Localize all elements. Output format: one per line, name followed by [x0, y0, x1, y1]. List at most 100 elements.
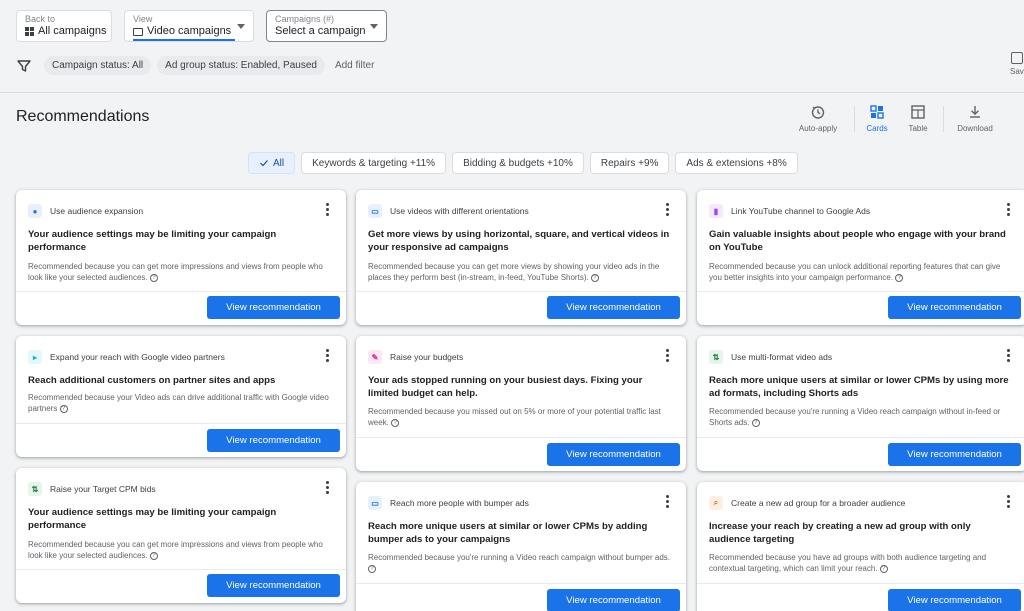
cards-icon	[870, 105, 884, 119]
grid-icon	[25, 27, 34, 36]
help-icon[interactable]: ?	[149, 273, 158, 282]
cards-label: Cards	[866, 124, 888, 133]
card-title: Your audience settings may be limiting y…	[28, 507, 277, 531]
recommendation-card: ▭ Reach more people with bumper ads Reach…	[356, 482, 686, 611]
category-chip-keywords-targeting[interactable]: Keywords & targeting +11%	[301, 152, 447, 174]
recommendation-card: ● Use audience expansion Your audience se…	[16, 190, 346, 325]
download-icon	[970, 106, 980, 118]
card-divider	[356, 291, 686, 292]
more-options-icon[interactable]	[666, 495, 670, 510]
campaign-caption: Campaigns (#)	[275, 14, 335, 24]
chevron-down-icon	[370, 24, 378, 29]
card-title: Get more views by using horizontal, squa…	[368, 229, 670, 253]
help-icon[interactable]: ?	[879, 564, 888, 573]
card-divider	[697, 291, 1024, 292]
view-label: Video campaigns	[147, 25, 232, 37]
save-icon	[1011, 52, 1023, 64]
card-reason: Recommended because you have ad groups w…	[709, 553, 987, 573]
insights-icon: ▮	[709, 204, 723, 218]
help-icon[interactable]: ?	[590, 273, 599, 282]
card-reason: Recommended because you can get more vie…	[368, 262, 660, 282]
recommendation-card: ▭ Use videos with different orientations …	[356, 190, 686, 325]
card-title: Your audience settings may be limiting y…	[28, 229, 277, 253]
view-selector[interactable]: View Video campaigns	[124, 10, 254, 42]
auto-apply-button[interactable]: Auto-apply	[796, 104, 840, 133]
card-reason: Recommended because your Video ads can d…	[28, 393, 329, 413]
view-recommendation-button[interactable]: View recommendation	[207, 574, 340, 597]
filter-chip-ad-group-status[interactable]: Ad group status: Enabled, Paused	[157, 56, 325, 75]
recommendation-card: ⌕ Create a new ad group for a broader aud…	[697, 482, 1024, 611]
category-chip-bidding-budgets[interactable]: Bidding & budgets +10%	[452, 152, 584, 174]
view-recommendation-button[interactable]: View recommendation	[207, 296, 340, 319]
card-reason: Recommended because you can get more imp…	[28, 262, 323, 282]
card-title: Reach more unique users at similar or lo…	[368, 521, 648, 545]
card-label: Raise your Target CPM bids	[50, 484, 156, 494]
card-label: Link YouTube channel to Google Ads	[731, 206, 871, 216]
filter-icon[interactable]	[16, 58, 32, 74]
download-label: Download	[957, 124, 993, 133]
table-icon	[911, 105, 925, 119]
card-title: Reach more unique users at similar or lo…	[709, 375, 1009, 399]
more-options-icon[interactable]	[326, 349, 330, 364]
auto-apply-icon	[811, 106, 825, 119]
recommendation-card: ▮ Link YouTube channel to Google Ads Gain…	[697, 190, 1024, 325]
help-icon[interactable]: ?	[895, 273, 904, 282]
category-chip-label: Bidding & budgets +10%	[463, 157, 573, 169]
card-divider	[16, 291, 346, 292]
bumper-ads-icon: ▭	[368, 496, 382, 510]
more-options-icon[interactable]	[326, 203, 330, 218]
video-orientation-icon: ▭	[368, 204, 382, 218]
card-label: Use multi-format video ads	[731, 352, 833, 362]
save-button[interactable]: Save	[1010, 52, 1024, 76]
back-to-label: All campaigns	[38, 25, 107, 37]
more-options-icon[interactable]	[1007, 495, 1011, 510]
card-label: Expand your reach with Google video part…	[50, 352, 225, 362]
table-view-button[interactable]: Table	[903, 104, 933, 133]
check-icon	[260, 160, 268, 167]
back-to-selector[interactable]: Back to All campaigns	[16, 10, 112, 42]
card-divider	[697, 437, 1024, 438]
search-icon: ⌕	[709, 496, 723, 510]
card-title: Gain valuable insights about people who …	[709, 229, 1006, 253]
help-icon[interactable]: ?	[368, 564, 376, 573]
help-icon[interactable]: ?	[391, 418, 400, 427]
filter-bar: Campaign status: All Ad group status: En…	[16, 56, 378, 75]
add-filter-button[interactable]: Add filter	[331, 56, 378, 75]
category-chip-ads-extensions[interactable]: Ads & extensions +8%	[675, 152, 798, 174]
category-chip-repairs[interactable]: Repairs +9%	[589, 152, 670, 174]
view-recommendation-button[interactable]: View recommendation	[888, 589, 1021, 611]
more-options-icon[interactable]	[1007, 203, 1011, 218]
card-title: Reach additional customers on partner si…	[28, 375, 276, 386]
category-chip-label: All	[273, 157, 285, 169]
more-options-icon[interactable]	[326, 481, 330, 496]
more-options-icon[interactable]	[1007, 349, 1011, 364]
view-recommendation-button[interactable]: View recommendation	[547, 443, 680, 466]
arrows-icon: ⇅	[709, 350, 723, 364]
more-options-icon[interactable]	[666, 349, 670, 364]
recommendation-card: ⇅ Raise your Target CPM bids Your audienc…	[16, 468, 346, 603]
help-icon[interactable]: ?	[751, 418, 760, 427]
category-chip-label: Repairs +9%	[600, 157, 659, 169]
save-label: Save	[1010, 67, 1024, 76]
more-options-icon[interactable]	[666, 203, 670, 218]
view-recommendation-button[interactable]: View recommendation	[547, 589, 680, 611]
cards-view-button[interactable]: Cards	[862, 104, 892, 133]
help-icon[interactable]: ?	[149, 551, 158, 560]
view-recommendation-button[interactable]: View recommendation	[547, 296, 680, 319]
campaign-selector[interactable]: Campaigns (#) Select a campaign	[266, 10, 387, 42]
card-reason: Recommended because you're running a Vid…	[709, 407, 1001, 427]
filter-chip-campaign-status[interactable]: Campaign status: All	[44, 56, 152, 75]
download-button[interactable]: Download	[953, 104, 997, 133]
recommendation-card: ⇅ Use multi-format video ads Reach more u…	[697, 336, 1024, 471]
card-divider	[16, 569, 346, 570]
help-icon[interactable]: ?	[59, 404, 68, 413]
view-recommendation-button[interactable]: View recommendation	[207, 429, 340, 452]
arrows-icon: ⇅	[28, 482, 42, 496]
card-title: Increase your reach by creating a new ad…	[709, 521, 971, 545]
category-filter-chips: All Keywords & targeting +11% Bidding & …	[248, 152, 798, 174]
view-recommendation-button[interactable]: View recommendation	[888, 443, 1021, 466]
category-chip-all[interactable]: All	[248, 152, 296, 174]
view-recommendation-button[interactable]: View recommendation	[888, 296, 1021, 319]
card-label: Reach more people with bumper ads	[390, 498, 529, 508]
card-divider	[356, 437, 686, 438]
